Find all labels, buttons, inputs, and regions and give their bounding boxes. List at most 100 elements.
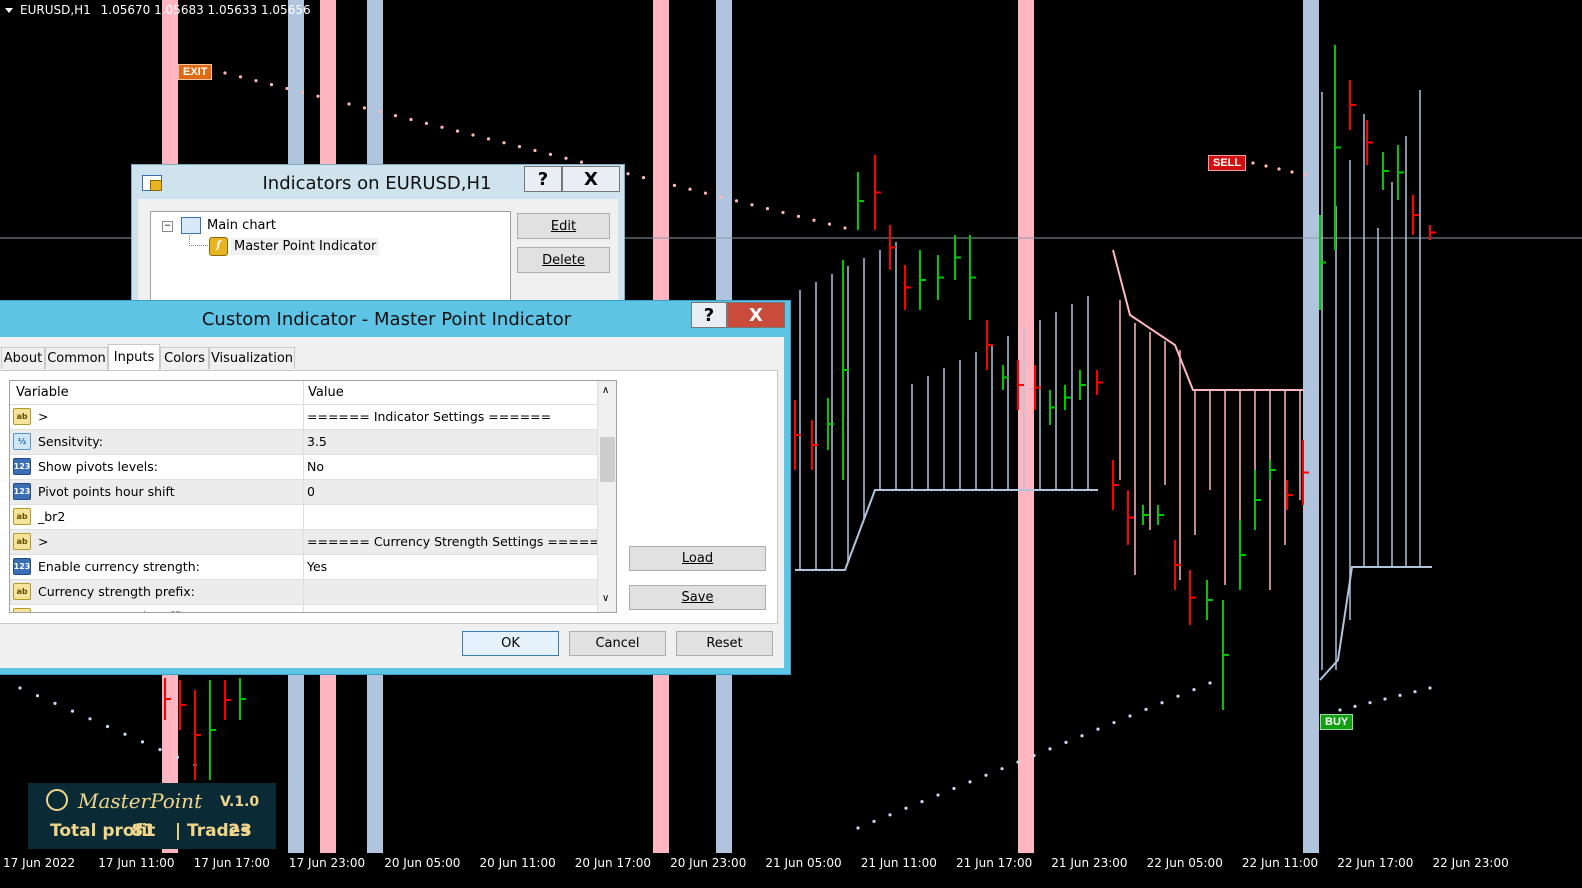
exit-trail-dot	[238, 75, 243, 79]
time-label: 21 Jun 11:00	[860, 856, 937, 870]
grid-scrollbar[interactable]: ∧ ∨	[597, 381, 616, 612]
indicators-help-button[interactable]: ?	[524, 166, 562, 192]
tab-common[interactable]: Common	[45, 347, 108, 369]
indicators-close-button[interactable]: X	[562, 166, 620, 192]
column-value[interactable]: Value	[308, 385, 344, 400]
column-variable[interactable]: Variable	[16, 385, 69, 400]
buy-trail-dot	[1383, 697, 1387, 701]
custom-close-button[interactable]: X	[727, 302, 785, 328]
custom-help-button[interactable]: ?	[691, 302, 727, 328]
buy-trail-dot	[1048, 747, 1052, 751]
time-label: 20 Jun 23:00	[670, 856, 747, 870]
input-row[interactable]: 123 Enable currency strength: Yes	[10, 555, 597, 580]
exit-trail-dot	[440, 125, 444, 129]
inputs-grid[interactable]: Variable Value ab > ====== Indicator Setti…	[9, 380, 617, 613]
exit-trail-dot	[223, 71, 227, 75]
tab-inputs[interactable]: Inputs	[108, 344, 160, 370]
trend-line-pink	[1112, 249, 1303, 391]
input-row[interactable]: 123 Show pivots levels: No	[10, 455, 597, 480]
sell-trail-dot	[1277, 167, 1281, 171]
buy-trail-dot	[1096, 727, 1100, 731]
buy-trail-dot	[920, 800, 924, 804]
input-value[interactable]: No	[307, 459, 324, 474]
time-label: 22 Jun 17:00	[1337, 856, 1414, 870]
buy-trail-dot	[1398, 693, 1402, 697]
trend-line-blue	[795, 489, 1098, 571]
save-button[interactable]: Save	[629, 585, 766, 610]
cancel-button[interactable]: Cancel	[569, 631, 666, 656]
tree-main-chart[interactable]: Main chart	[207, 218, 276, 233]
double-type-icon: ½	[13, 433, 31, 450]
time-label: 22 Jun 05:00	[1146, 856, 1223, 870]
input-row[interactable]: 123 Pivot points hour shift 0	[10, 480, 597, 505]
indicators-body: − Main chart f Master Point Indicator Ed…	[138, 199, 618, 305]
exit-trail-dot	[331, 98, 336, 102]
indicators-titlebar[interactable]: Indicators on EURUSD,H1 ? X	[132, 165, 624, 199]
buy-trail-dot	[1128, 714, 1132, 718]
time-label: 20 Jun 17:00	[574, 856, 652, 870]
exit-trail-dot	[254, 79, 258, 83]
buy-trail-dot	[856, 826, 860, 830]
input-value[interactable]: 0	[307, 484, 315, 499]
input-row[interactable]: ab _br2	[10, 505, 597, 530]
tab-about[interactable]: About	[1, 347, 45, 369]
custom-titlebar[interactable]: Custom Indicator - Master Point Indicato…	[0, 301, 790, 333]
left-trail-dot	[105, 724, 110, 729]
trades-value: 23	[228, 821, 252, 841]
custom-indicator-window: Custom Indicator - Master Point Indicato…	[0, 300, 791, 675]
ok-button[interactable]: OK	[462, 631, 559, 656]
scroll-down-icon[interactable]: ∨	[602, 593, 609, 604]
delete-button[interactable]: Delete	[517, 247, 610, 273]
buy-trail-dot	[904, 806, 908, 810]
exit-trail-dot	[533, 148, 537, 153]
tree-expander-icon[interactable]: −	[162, 221, 173, 232]
input-variable: Show pivots levels:	[38, 459, 158, 474]
left-trail-dot	[53, 701, 57, 706]
exit-trail-dot	[285, 86, 289, 91]
input-value[interactable]: Yes	[307, 559, 327, 574]
exit-trail-dot	[734, 199, 739, 203]
symbol-prices: 1.05670 1.05683 1.05633 1.05656	[100, 3, 311, 17]
exit-trail-dot	[796, 214, 801, 218]
indicators-window-title: Indicators on EURUSD,H1	[262, 173, 492, 194]
time-label: 22 Jun 11:00	[1241, 856, 1319, 870]
main-chart-icon	[181, 217, 201, 234]
exit-trail-dot	[765, 207, 770, 211]
input-row[interactable]: ½ Sensitvity: 3.5	[10, 430, 597, 455]
exit-trail-dot	[424, 121, 429, 125]
profit-value: 81	[131, 821, 155, 841]
reset-button[interactable]: Reset	[676, 631, 773, 656]
buy-trail-dot	[1000, 767, 1004, 771]
time-label: 20 Jun 05:00	[384, 856, 461, 870]
input-value[interactable]: ====== Indicator Settings ======	[307, 409, 551, 424]
time-label: 17 Jun 23:00	[288, 856, 366, 870]
input-variable: Currency strength prefix:	[38, 584, 195, 599]
time-label: 21 Jun 17:00	[956, 856, 1033, 870]
buy-trail-dot	[1353, 704, 1357, 708]
scroll-thumb[interactable]	[600, 437, 615, 482]
input-row[interactable]: ab Currency strength suffix:	[10, 605, 597, 612]
input-row[interactable]: ab Currency strength prefix:	[10, 580, 597, 605]
exit-trail-dot	[502, 141, 506, 145]
tab-visualization[interactable]: Visualization	[209, 347, 295, 369]
edit-button[interactable]: Edit	[517, 213, 610, 239]
input-row[interactable]: ab > ====== Currency Strength Settings ===…	[10, 530, 610, 555]
buy-trail-dot	[1413, 690, 1417, 694]
input-variable: _br2	[38, 509, 66, 524]
input-value[interactable]: 3.5	[307, 434, 327, 449]
tree-master-point-indicator[interactable]: Master Point Indicator	[231, 238, 380, 255]
exit-signal: EXIT	[178, 64, 213, 80]
scroll-up-icon[interactable]: ∧	[602, 385, 609, 396]
time-label: 17 Jun 17:00	[193, 856, 270, 870]
buy-trail-dot	[1032, 753, 1036, 758]
buy-trail-dot	[1112, 720, 1116, 725]
buy-trail-dot	[968, 780, 972, 784]
input-value[interactable]: ====== Currency Strength Settings ======	[307, 534, 610, 549]
load-button[interactable]: Load	[629, 546, 766, 571]
input-row[interactable]: ab > ====== Indicator Settings ======	[10, 405, 597, 430]
lion-logo-icon	[46, 789, 68, 811]
tab-colors[interactable]: Colors	[160, 347, 209, 369]
left-trail-dot	[158, 748, 162, 752]
buy-trail-dot	[1368, 701, 1372, 705]
time-label: 21 Jun 23:00	[1051, 856, 1128, 870]
